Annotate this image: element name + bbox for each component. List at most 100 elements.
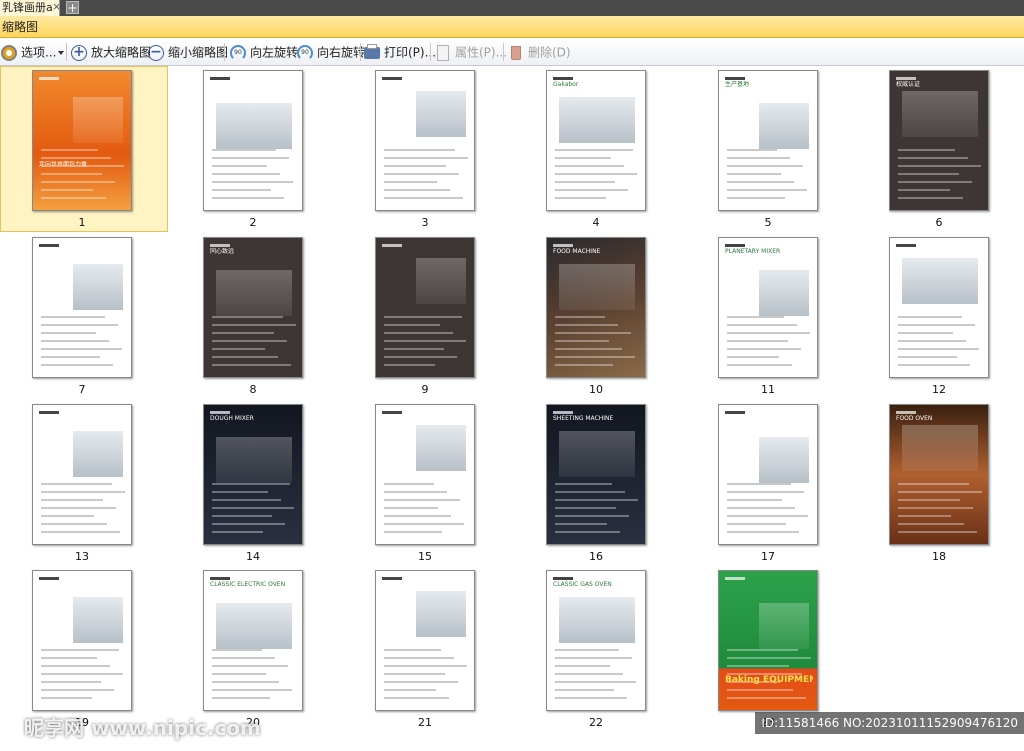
thumbnail-text-line [212, 324, 296, 326]
thumbnail-header-strip [382, 411, 402, 414]
thumbnail-text-line [898, 348, 979, 350]
thumbnail-text-line [555, 364, 613, 366]
thumbnail-text-line [41, 689, 114, 691]
thumbnail-text-line [384, 356, 457, 358]
page-thumbnail-9[interactable] [375, 237, 475, 378]
thumbnail-header-strip [553, 577, 573, 580]
thumbnail-text-line [384, 515, 451, 517]
thumbnail-text-line [555, 523, 607, 525]
page-thumbnail-13[interactable] [32, 404, 132, 545]
thumbnail-text-line [898, 483, 969, 485]
zoom-out-thumbnails-button[interactable]: − 缩小缩略图 [147, 41, 228, 63]
thumbnail-text-line [727, 332, 810, 334]
thumbnail-title: 生产基地 [725, 81, 750, 88]
thumbnail-text-line [898, 499, 960, 501]
page-thumbnail-15[interactable] [375, 404, 475, 545]
thumbnail-text-line [898, 340, 966, 342]
thumbnail-photo-block [759, 437, 809, 483]
page-thumbnail-1[interactable]: 走向世界面包力量 [32, 70, 132, 211]
thumbnail-photo-block [216, 603, 292, 649]
document-tab[interactable]: 乳锋画册a × [0, 0, 60, 16]
properties-button[interactable]: 属性(P)... [434, 41, 507, 63]
thumbnail-text-line [212, 340, 287, 342]
options-button[interactable]: 选项... [0, 41, 65, 63]
thumbnail-text-line [212, 181, 293, 183]
thumbnail-text-line [384, 649, 441, 651]
thumbnail-header-strip [382, 244, 402, 247]
thumbnail-text-line [384, 316, 462, 318]
thumbnail-text-line [212, 657, 275, 659]
page-thumbnail-6[interactable]: 权威认证 [889, 70, 989, 211]
thumbnail-text-line [727, 189, 807, 191]
thumbnail-text-line [212, 189, 271, 191]
page-thumbnail-5[interactable]: 生产基地 [718, 70, 818, 211]
thumbnail-text-line [555, 149, 633, 151]
thumbnail-text-line [212, 665, 288, 667]
thumbnail-text-line [212, 507, 294, 509]
page-thumbnail-2[interactable] [203, 70, 303, 211]
new-tab-button[interactable]: + [66, 1, 79, 14]
thumbnail-header-strip [39, 77, 59, 80]
thumbnail-text-line [898, 523, 964, 525]
page-thumbnail-7[interactable] [32, 237, 132, 378]
zoom-in-thumbnails-button[interactable]: + 放大缩略图 [70, 41, 151, 63]
page-thumbnail-21[interactable] [375, 570, 475, 711]
delete-button[interactable]: 删除(D) [507, 41, 571, 63]
thumbnail-text-line [555, 689, 614, 691]
thumbnail-text-line [384, 173, 459, 175]
thumbnail-text-line [212, 348, 265, 350]
thumbnail-text-line [898, 324, 975, 326]
thumbnail-header-strip [553, 244, 573, 247]
thumbnail-text-line [555, 157, 611, 159]
page-number-label: 10 [589, 383, 603, 396]
thumbnail-text-line [555, 189, 628, 191]
page-thumbnail-18[interactable]: FOOD OVEN [889, 404, 989, 545]
thumbnail-text-line [41, 197, 106, 199]
thumbnail-text-line [555, 499, 638, 501]
page-thumbnail-11[interactable]: PLANETARY MIXER [718, 237, 818, 378]
print-button[interactable]: 打印(P)... [363, 41, 436, 63]
page-thumbnail-19[interactable] [32, 570, 132, 711]
thumbnail-text-line [555, 197, 606, 199]
thumbnail-text-line [555, 507, 616, 509]
thumbnail-photo-block [216, 437, 292, 483]
page-number-label: 21 [418, 716, 432, 729]
thumbnail-text-line [555, 348, 622, 350]
page-thumbnail-10[interactable]: FOOD MACHINE [546, 237, 646, 378]
thumbnail-text-line [727, 157, 790, 159]
thumbnail-photo-block [902, 258, 978, 304]
page-thumbnail-16[interactable]: SHEETING MACHINE [546, 404, 646, 545]
thumbnail-text-line [212, 515, 272, 517]
page-thumbnail-4[interactable]: Gakabor [546, 70, 646, 211]
thumbnail-text-line [555, 165, 624, 167]
page-thumbnail-23[interactable]: Baking EQUIPMENT [718, 570, 818, 711]
tab-close-icon[interactable]: × [52, 0, 59, 16]
page-thumbnail-12[interactable] [889, 237, 989, 378]
rotate-right-button[interactable]: 90 向右旋转 [296, 41, 365, 63]
thumbnail-text-line [384, 181, 437, 183]
minus-circle-icon: − [147, 44, 165, 62]
thumbnail-text-line [212, 523, 285, 525]
page-thumbnail-17[interactable] [718, 404, 818, 545]
thumbnail-photo-block [559, 264, 635, 310]
page-thumbnail-20[interactable]: CLASSIC ELECTRIC OVEN [203, 570, 303, 711]
thumbnail-photo-block [416, 591, 466, 637]
page-thumbnail-8[interactable]: 同心致远 [203, 237, 303, 378]
thumbnail-photo-block [902, 91, 978, 137]
page-thumbnail-14[interactable]: DOUGH MIXER [203, 404, 303, 545]
page-number-label: 11 [761, 383, 775, 396]
page-thumbnail-22[interactable]: CLASSIC GAS OVEN [546, 570, 646, 711]
thumbnail-text-line [212, 165, 267, 167]
thumbnail-text-line [41, 149, 98, 151]
thumbnail-text-line [555, 316, 605, 318]
thumbnail-text-line [41, 531, 120, 533]
thumbnail-text-line [384, 531, 442, 533]
thumbnail-text-line [555, 649, 619, 651]
rotate-left-button[interactable]: 90 向左旋转 [229, 41, 298, 63]
thumbnail-text-line [384, 197, 463, 199]
page-thumbnail-3[interactable] [375, 70, 475, 211]
thumbnail-text-line [384, 189, 450, 191]
thumbnail-text-line [898, 157, 968, 159]
thumbnail-text-line [555, 340, 609, 342]
thumbnail-text-line [898, 491, 982, 493]
